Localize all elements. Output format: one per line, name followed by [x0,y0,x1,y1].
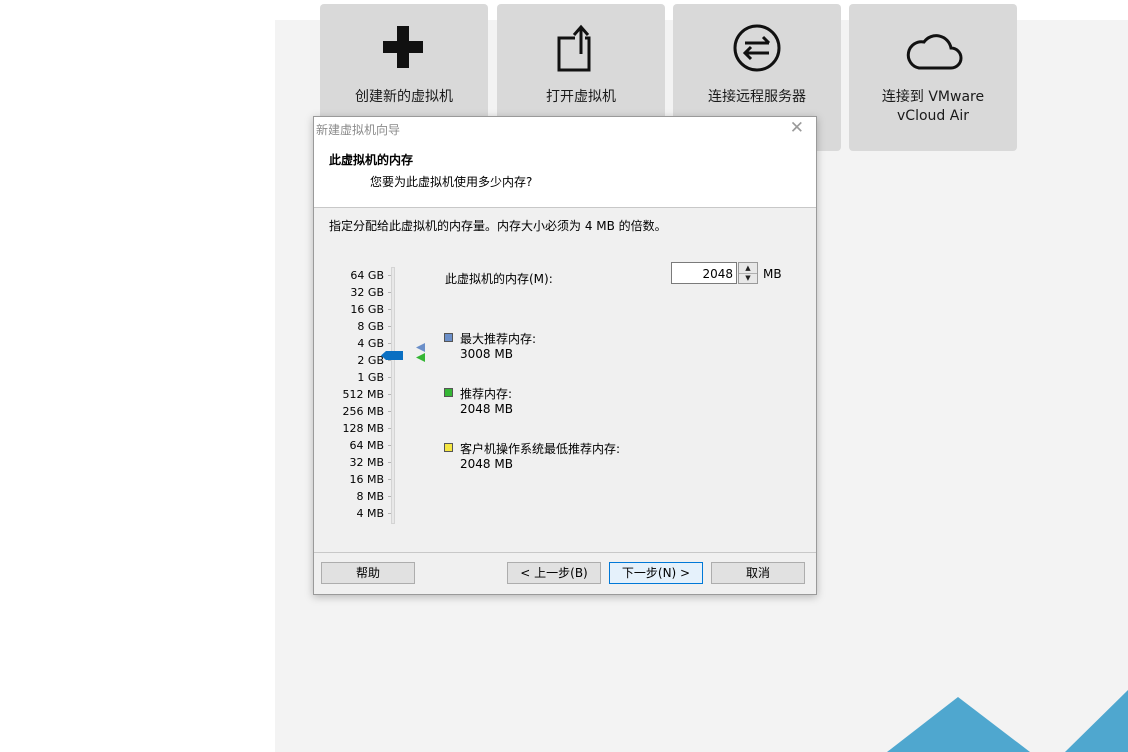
remote-server-icon [733,24,781,72]
scale-label: 128 MB [314,420,391,437]
memory-input[interactable]: 2048 [671,262,737,284]
open-vm-icon [557,24,591,72]
page-heading: 此虚拟机的内存 [329,153,414,167]
scale-label: 16 MB [314,471,391,488]
connect-remote-label: 连接远程服务器 [708,89,806,105]
page-subheading: 您要为此虚拟机使用多少内存? [370,175,533,189]
legend-title: 推荐内存: [460,387,513,401]
scale-label: 512 MB [314,386,391,403]
memory-spinner[interactable]: ▲ ▼ [738,262,758,284]
plus-icon [383,26,423,68]
memory-unit: MB [763,267,782,281]
dialog-titlebar: 新建虚拟机向导 ✕ [314,117,816,141]
help-button[interactable]: 帮助 [321,562,415,584]
scale-label: 16 GB [314,301,391,318]
back-button[interactable]: < 上一步(B) [507,562,601,584]
scale-label: 2 GB [314,352,391,369]
new-vm-wizard-dialog: 新建虚拟机向导 ✕ 此虚拟机的内存 您要为此虚拟机使用多少内存? 指定分配给此虚… [313,116,817,595]
scale-label: 4 GB [314,335,391,352]
memory-slider-track[interactable] [391,267,395,524]
cloud-icon [906,34,963,70]
connect-vcloud-label: 连接到 VMware vCloud Air [881,89,985,124]
dialog-title: 新建虚拟机向导 [316,123,401,137]
recommended-marker [416,353,425,362]
next-button[interactable]: 下一步(N) > [609,562,703,584]
scale-label: 8 MB [314,488,391,505]
legend-value: 2048 MB [460,457,513,471]
blue-square-icon [444,333,453,342]
max-recommended-marker [416,343,425,352]
create-vm-label: 创建新的虚拟机 [355,89,453,105]
scale-label: 64 MB [314,437,391,454]
scale-label: 64 GB [314,267,391,284]
close-icon[interactable]: ✕ [790,118,804,138]
scale-label: 4 MB [314,505,391,522]
legend-title: 最大推荐内存: [460,332,537,346]
footer-divider [314,552,816,553]
scale-label: 32 MB [314,454,391,471]
spin-down-icon[interactable]: ▼ [739,273,757,283]
memory-label: 此虚拟机的内存(M): [445,272,553,286]
memory-slider-thumb[interactable] [381,351,403,360]
scale-label: 256 MB [314,403,391,420]
connect-vcloud-tile[interactable]: 连接到 VMware vCloud Air [849,4,1017,151]
scale-label: 1 GB [314,369,391,386]
green-square-icon [444,388,453,397]
legend-value: 2048 MB [460,402,513,416]
cancel-button[interactable]: 取消 [711,562,805,584]
legend-title: 客户机操作系统最低推荐内存: [460,442,621,456]
scale-label: 8 GB [314,318,391,335]
legend-value: 3008 MB [460,347,513,361]
dialog-header: 此虚拟机的内存 您要为此虚拟机使用多少内存? [314,141,816,208]
memory-description: 指定分配给此虚拟机的内存量。内存大小必须为 4 MB 的倍数。 [329,219,667,233]
scale-label: 32 GB [314,284,391,301]
open-vm-label: 打开虚拟机 [546,89,616,105]
yellow-square-icon [444,443,453,452]
